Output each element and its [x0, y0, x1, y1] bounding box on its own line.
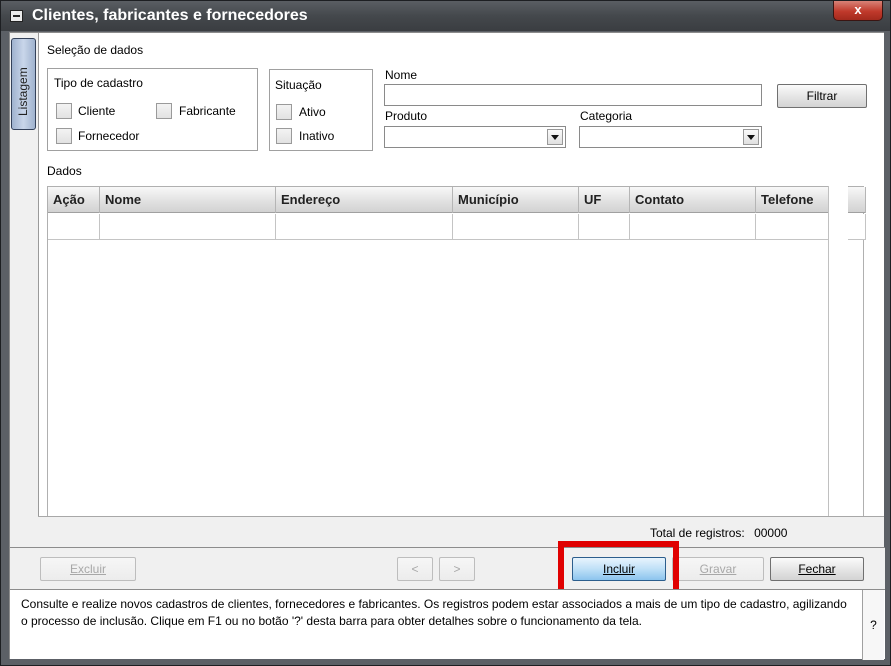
selecao-title: Seleção de dados — [47, 43, 144, 57]
total-label: Total de registros: — [650, 526, 745, 540]
table-row-cell[interactable] — [579, 214, 630, 240]
column-municipio[interactable]: Município — [453, 187, 579, 213]
fornecedor-checkbox[interactable] — [56, 128, 72, 144]
fechar-label: Fechar — [798, 562, 836, 576]
situacao-group: Situação Ativo Inativo — [269, 69, 373, 151]
ativo-checkbox[interactable] — [276, 104, 292, 120]
filtrar-button[interactable]: Filtrar — [777, 84, 867, 108]
prev-button[interactable]: < — [397, 557, 433, 581]
column-endereco[interactable]: Endereço — [276, 187, 453, 213]
produto-select[interactable] — [384, 126, 566, 148]
categoria-label: Categoria — [580, 109, 633, 123]
total-registros: Total de registros: 00000 — [650, 526, 787, 540]
situacao-label: Situação — [275, 78, 322, 92]
table-row-cell[interactable] — [48, 214, 100, 240]
column-contato[interactable]: Contato — [630, 187, 756, 213]
incluir-highlight — [558, 541, 679, 595]
inativo-checkbox[interactable] — [276, 128, 292, 144]
table-row-cell[interactable] — [630, 214, 756, 240]
cliente-checkbox[interactable] — [56, 103, 72, 119]
fabricante-label: Fabricante — [179, 104, 236, 118]
next-button[interactable]: > — [439, 557, 475, 581]
title-bar[interactable]: Clientes, fabricantes e fornecedores x — [1, 1, 890, 31]
window-menu-icon[interactable] — [10, 10, 23, 22]
window-title: Clientes, fabricantes e fornecedores — [32, 7, 308, 24]
cliente-label: Cliente — [78, 104, 116, 118]
tipo-cadastro-label: Tipo de cadastro — [54, 76, 143, 90]
fornecedor-label: Fornecedor — [78, 129, 140, 143]
grid-header: Ação Nome Endereço Município UF Contato … — [48, 187, 866, 213]
chevron-down-icon[interactable] — [547, 129, 563, 145]
table-row-cell[interactable] — [453, 214, 579, 240]
inativo-label: Inativo — [299, 129, 335, 143]
info-bar: Consulte e realize novos cadastros de cl… — [10, 589, 885, 660]
table-row-cell[interactable] — [756, 214, 866, 240]
column-nome[interactable]: Nome — [100, 187, 276, 213]
gravar-label: Gravar — [699, 562, 737, 576]
tipo-cadastro-group: Tipo de cadastro Cliente Fabricante Forn… — [47, 68, 258, 151]
nome-input[interactable] — [384, 84, 762, 106]
tab-listagem[interactable]: Listagem — [11, 38, 36, 130]
fabricante-checkbox[interactable] — [156, 103, 172, 119]
app-window: Clientes, fabricantes e fornecedores x L… — [0, 0, 891, 666]
excluir-label: Excluir — [69, 562, 106, 576]
client-area: Listagem Seleção de dados Tipo de cadast… — [9, 32, 885, 660]
ativo-label: Ativo — [299, 105, 326, 119]
help-button[interactable]: ? — [862, 590, 884, 660]
dados-title: Dados — [47, 164, 82, 178]
grid-scrollbar[interactable] — [828, 186, 848, 517]
categoria-select[interactable] — [579, 126, 762, 148]
info-text: Consulte e realize novos cadastros de cl… — [21, 597, 847, 628]
button-bar: Excluir < > Incluir Gravar Fechar — [10, 547, 885, 589]
table-row-cell[interactable] — [100, 214, 276, 240]
excluir-button[interactable]: Excluir — [40, 557, 136, 581]
produto-label: Produto — [385, 109, 428, 123]
total-value: 00000 — [754, 526, 788, 540]
data-grid[interactable]: Ação Nome Endereço Município UF Contato … — [47, 186, 866, 547]
column-uf[interactable]: UF — [579, 187, 630, 213]
column-acao[interactable]: Ação — [48, 187, 100, 213]
close-button[interactable]: x — [833, 1, 883, 21]
chevron-down-icon[interactable] — [743, 129, 759, 145]
column-telefone[interactable]: Telefone — [756, 187, 866, 213]
gravar-button[interactable]: Gravar — [672, 557, 764, 581]
total-bar: Total de registros: 00000 — [38, 516, 884, 547]
tab-listagem-label: Listagem — [16, 67, 30, 116]
nome-label: Nome — [385, 68, 418, 82]
table-row-cell[interactable] — [276, 214, 453, 240]
fechar-button[interactable]: Fechar — [770, 557, 864, 581]
